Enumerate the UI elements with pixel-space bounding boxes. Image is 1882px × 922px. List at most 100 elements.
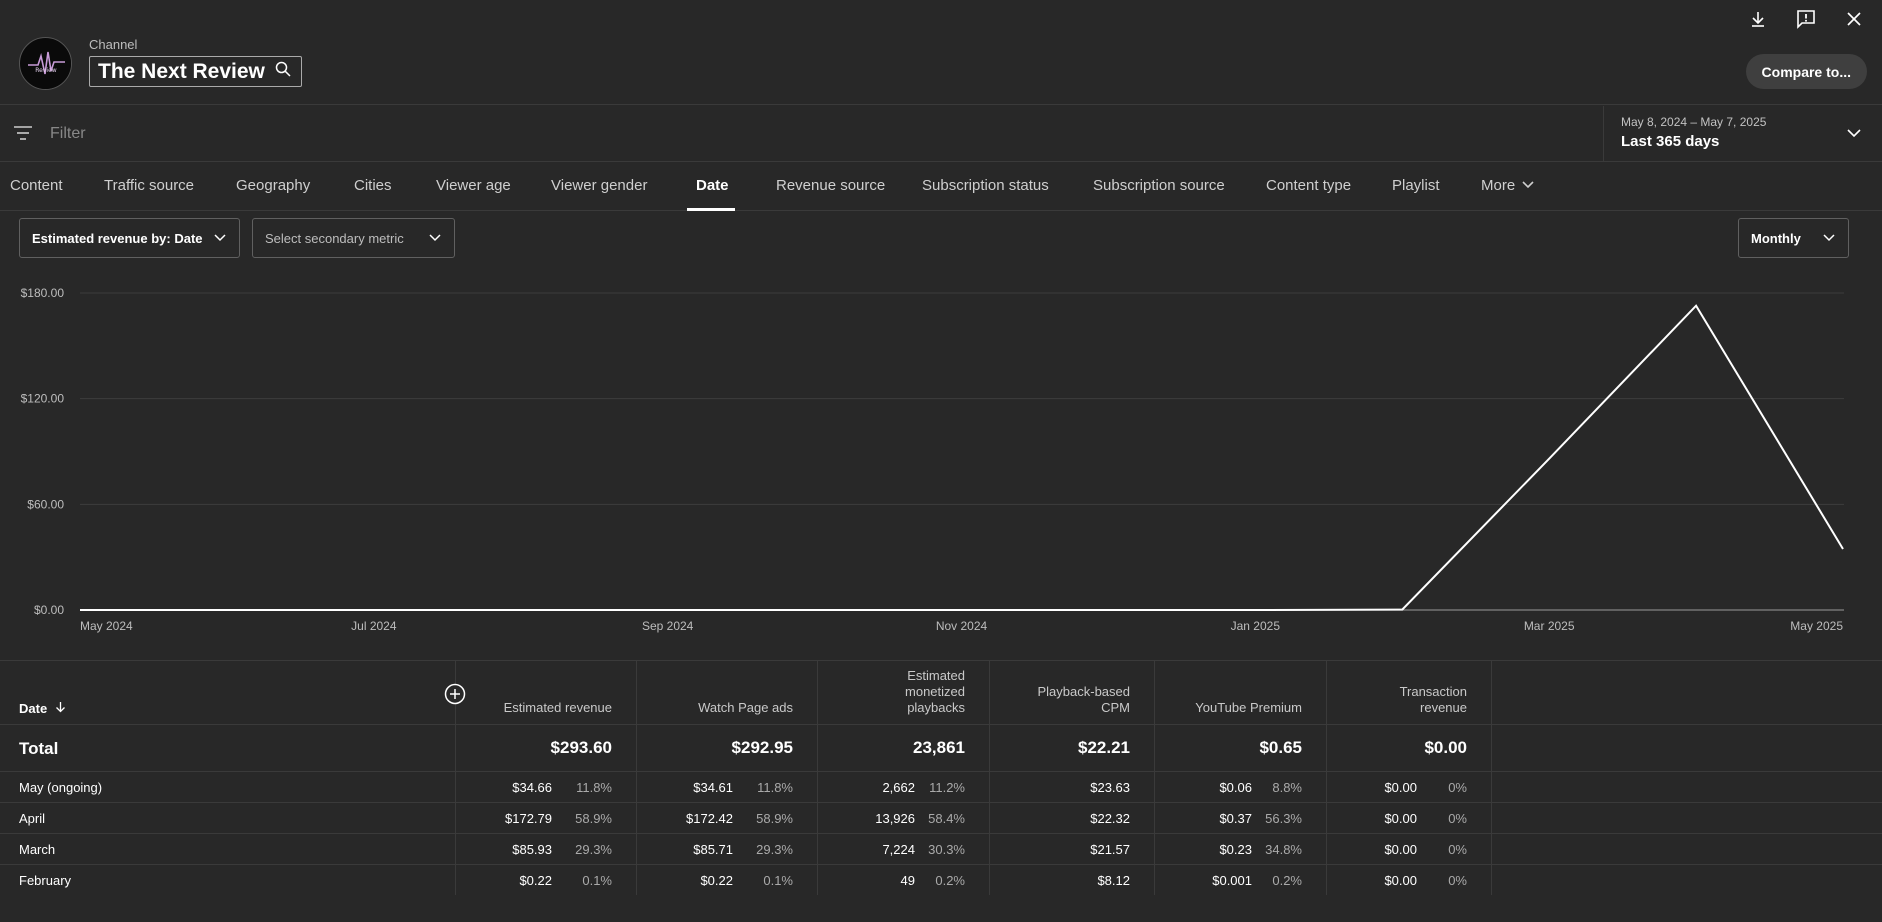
date-header-label: Date <box>19 701 48 716</box>
tab-viewer-gender[interactable]: Viewer gender <box>551 177 647 194</box>
row-label: March <box>19 842 56 857</box>
tab-geography[interactable]: Geography <box>236 177 310 194</box>
column-header-playback-cpm[interactable]: Playback-based CPM <box>990 661 1155 724</box>
revenue-chart: $0.00 $60.00 $120.00 $180.00 May 2024 Jul 202… <box>0 270 1882 640</box>
y-tick-label: $180.00 <box>21 286 65 300</box>
row-label: February <box>19 873 72 888</box>
x-tick-label: May 2025 <box>1790 619 1843 633</box>
active-tab-indicator <box>687 208 735 211</box>
cell-value: $0.37 <box>1219 811 1252 826</box>
column-header-transaction-revenue[interactable]: Transaction revenue <box>1327 661 1492 724</box>
cell-value: $22.32 <box>1090 811 1130 826</box>
svg-text:Review: Review <box>35 67 57 74</box>
cell-value: 49 <box>900 873 915 888</box>
download-icon[interactable] <box>1742 4 1774 34</box>
cell-percent: 11.8% <box>576 780 612 795</box>
cell-percent: 8.8% <box>1272 780 1302 795</box>
table-row[interactable]: March $85.93 29.3% $85.71 29.3% 7,224 30.3% $21… <box>0 833 1882 864</box>
y-tick-label: $0.00 <box>34 603 64 617</box>
tab-content-type[interactable]: Content type <box>1266 177 1351 194</box>
tab-subscription-status[interactable]: Subscription status <box>922 177 1049 194</box>
tab-cities[interactable]: Cities <box>354 177 392 194</box>
cell-percent: 30.3% <box>928 842 965 857</box>
feedback-icon[interactable] <box>1790 4 1822 34</box>
series-line[interactable] <box>80 304 1844 611</box>
cell-value: $0.06 <box>1219 780 1252 795</box>
filter-icon[interactable] <box>13 125 33 146</box>
tab-revenue-source[interactable]: Revenue source <box>776 177 885 194</box>
date-column-header[interactable]: Date <box>0 661 456 724</box>
total-value: $22.21 <box>1078 738 1130 757</box>
cell-value: $85.93 <box>512 842 552 857</box>
close-icon[interactable] <box>1838 4 1870 34</box>
cell-percent: 11.8% <box>757 780 793 795</box>
date-range-label: Last 365 days <box>1621 133 1720 150</box>
channel-avatar[interactable]: Review <box>19 37 72 90</box>
chevron-down-icon <box>213 231 227 246</box>
total-value: $293.60 <box>550 738 612 757</box>
cell-value: $23.63 <box>1090 780 1130 795</box>
tab-viewer-age[interactable]: Viewer age <box>436 177 511 194</box>
table-row[interactable]: May (ongoing) $34.66 11.8% $34.61 11.8% 2,662… <box>0 771 1882 802</box>
cell-percent: 0% <box>1448 780 1467 795</box>
total-value: $0.65 <box>1259 738 1302 757</box>
table-row[interactable]: February $0.22 0.1% $0.22 0.1% 49 0.2% $8.12 $0.… <box>0 864 1882 895</box>
revenue-line-chart: $0.00 $60.00 $120.00 $180.00 May 2024 Jul 202… <box>21 286 1844 633</box>
cell-value: $85.71 <box>693 842 733 857</box>
filter-bar: Filter May 8, 2024 – May 7, 2025 Last 36… <box>0 106 1882 162</box>
analytics-page: Review Channel The Next Review Compare t… <box>0 0 1882 922</box>
tab-content[interactable]: Content <box>10 177 63 194</box>
column-header-estimated-revenue[interactable]: Estimated revenue <box>456 661 637 724</box>
dimension-tabs: Content Traffic source Geography Cities … <box>0 163 1882 211</box>
date-range-selector[interactable]: May 8, 2024 – May 7, 2025 Last 365 days <box>1603 106 1882 162</box>
data-table: Date Estimated revenue Watch Page ads Es… <box>0 660 1882 922</box>
primary-metric-label: Estimated revenue by: Date <box>32 230 203 246</box>
x-tick-label: Nov 2024 <box>936 619 988 633</box>
tab-more-label: More <box>1481 177 1516 194</box>
secondary-metric-label: Select secondary metric <box>265 230 404 246</box>
row-label: Total <box>19 739 59 758</box>
cell-value: 2,662 <box>882 780 915 795</box>
y-tick-label: $120.00 <box>21 392 65 406</box>
arrow-down-icon <box>55 701 66 716</box>
cell-percent: 29.3% <box>756 842 793 857</box>
cell-percent: 0.2% <box>935 873 965 888</box>
cell-value: $172.42 <box>686 811 733 826</box>
x-tick-label: Mar 2025 <box>1524 619 1575 633</box>
x-tick-label: May 2024 <box>80 619 133 633</box>
cell-value: $0.22 <box>700 873 733 888</box>
channel-selector[interactable]: The Next Review <box>89 56 302 87</box>
tab-date[interactable]: Date <box>696 177 729 194</box>
chevron-down-icon <box>1521 177 1535 194</box>
chevron-down-icon <box>428 231 442 246</box>
date-range-dates: May 8, 2024 – May 7, 2025 <box>1621 115 1767 129</box>
cell-value: $34.66 <box>512 780 552 795</box>
period-dropdown[interactable]: Monthly <box>1738 218 1849 258</box>
compare-button[interactable]: Compare to... <box>1745 54 1867 89</box>
filter-input[interactable]: Filter <box>50 125 86 143</box>
tab-subscription-source[interactable]: Subscription source <box>1093 177 1225 194</box>
table-row[interactable]: April $172.79 58.9% $172.42 58.9% 13,926 58.4%… <box>0 802 1882 833</box>
tab-playlist[interactable]: Playlist <box>1392 177 1440 194</box>
column-header-youtube-premium[interactable]: YouTube Premium <box>1155 661 1327 724</box>
column-header-watch-page-ads[interactable]: Watch Page ads <box>637 661 818 724</box>
cell-percent: 56.3% <box>1265 811 1302 826</box>
channel-name: The Next Review <box>98 59 265 83</box>
column-header-monetized-playbacks[interactable]: Estimated monetized playbacks <box>818 661 990 724</box>
total-value: $292.95 <box>731 738 793 757</box>
cell-percent: 0.1% <box>763 873 793 888</box>
total-value: 23,861 <box>913 738 965 757</box>
cell-percent: 0% <box>1448 842 1467 857</box>
cell-percent: 58.9% <box>756 811 793 826</box>
row-label: May (ongoing) <box>19 780 103 795</box>
chevron-down-icon <box>1822 231 1836 246</box>
tab-more[interactable]: More <box>1481 177 1535 194</box>
cell-percent: 58.9% <box>575 811 612 826</box>
search-icon[interactable] <box>275 61 291 82</box>
primary-metric-dropdown[interactable]: Estimated revenue by: Date <box>19 218 240 258</box>
tab-traffic-source[interactable]: Traffic source <box>104 177 194 194</box>
cell-value: $21.57 <box>1090 842 1130 857</box>
cell-value: $0.00 <box>1384 873 1417 888</box>
cell-value: $0.001 <box>1212 873 1252 888</box>
secondary-metric-dropdown[interactable]: Select secondary metric <box>252 218 455 258</box>
